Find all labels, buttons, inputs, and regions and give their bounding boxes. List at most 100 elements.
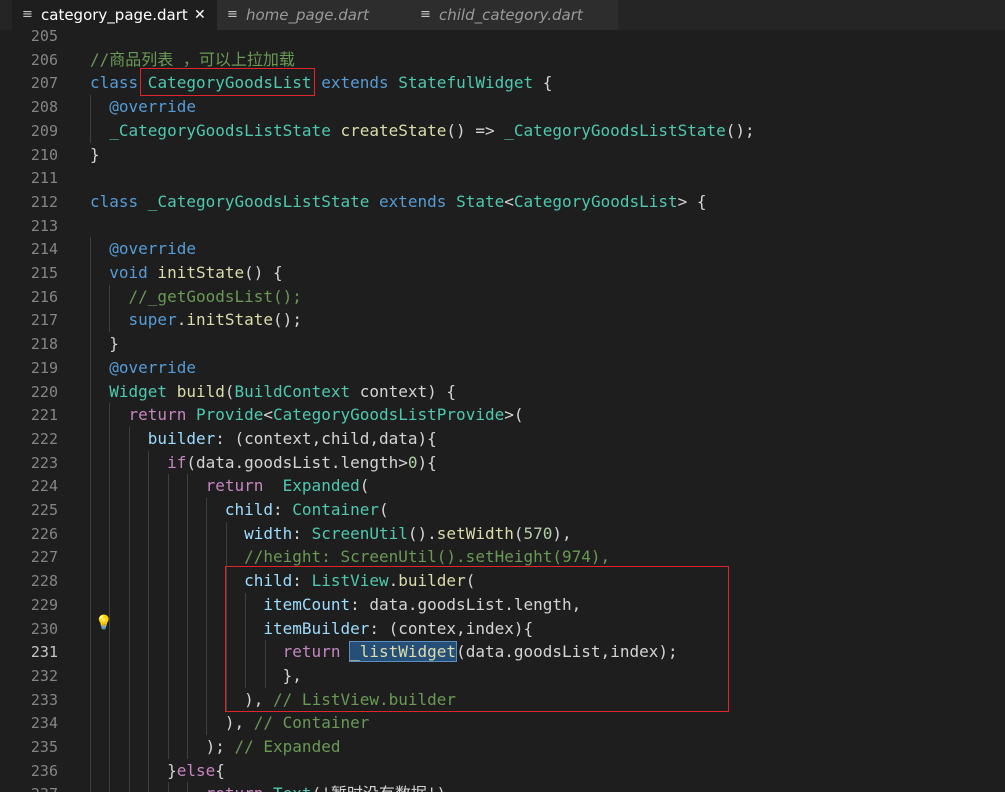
code-token: class — [90, 73, 139, 93]
code-line[interactable]: 224 return Expanded( — [0, 474, 1005, 499]
code-token: _CategoryGoodsListState — [504, 120, 726, 140]
tab-home-page[interactable]: ≡ home_page.dart — [217, 0, 410, 30]
code-token: void — [109, 263, 148, 282]
code-text: super.initState(); — [90, 308, 302, 332]
code-text: } — [90, 332, 119, 356]
code-text: @override — [90, 237, 196, 261]
line-number: 228 — [30, 572, 58, 591]
line-number: 229 — [30, 595, 58, 614]
code-line[interactable]: 210} — [0, 143, 1005, 167]
tab-label: category_page.dart — [41, 6, 188, 24]
editor-tab-bar: ≡ category_page.dart ✕ ≡ home_page.dart … — [0, 0, 1005, 30]
code-text: @override — [90, 356, 196, 380]
line-number: 213 — [30, 216, 58, 235]
line-number: 223 — [30, 453, 58, 472]
code-token: { — [215, 760, 225, 780]
code-token: context) { — [350, 381, 457, 401]
code-line[interactable]: 226 width: ScreenUtil().setWidth(570), — [0, 521, 1005, 546]
code-token: return — [128, 405, 187, 425]
line-number: 233 — [30, 690, 58, 709]
code-token: initState — [186, 310, 274, 330]
code-token: //_getGoodsList(); — [90, 286, 302, 306]
line-number: 227 — [30, 548, 58, 567]
code-line[interactable]: 219 @override — [0, 355, 1005, 380]
code-line[interactable]: 205 — [0, 30, 1005, 48]
code-token: class — [90, 191, 139, 211]
code-line[interactable]: 208 @override — [0, 95, 1005, 120]
code-text: @override — [90, 95, 196, 119]
code-line[interactable]: 223 if(data.goodsList.length>0){ — [0, 450, 1005, 475]
code-token: } — [90, 144, 100, 164]
code-line[interactable]: 236 }else{ — [0, 758, 1005, 783]
code-line[interactable]: 225 child: Container( — [0, 498, 1005, 522]
code-token: State — [446, 191, 505, 211]
code-token: super — [128, 310, 177, 330]
code-token: ( — [513, 523, 524, 543]
code-token: extends — [321, 73, 389, 93]
code-token: // Expanded — [234, 737, 341, 756]
lines-file-icon: ≡ — [22, 7, 33, 22]
line-number: 224 — [30, 477, 58, 496]
code-line[interactable]: 221 return Provide<CategoryGoodsListProv… — [0, 403, 1005, 428]
code-token: : (context,child,data){ — [215, 428, 437, 448]
code-token: ( — [224, 381, 235, 401]
code-line[interactable]: 235 ); // Expanded — [0, 735, 1005, 759]
line-number: 212 — [30, 192, 58, 211]
code-token: Text — [263, 784, 312, 792]
code-text: builder: (context,child,data){ — [90, 427, 437, 451]
code-token: width — [90, 523, 293, 543]
line-number: 231 — [30, 643, 58, 662]
code-editor[interactable]: 205 206 //商品列表 ，可以上拉加载 207 class CategoryGoo… — [0, 30, 1005, 792]
code-token: setWidth — [436, 523, 514, 543]
lightbulb-icon[interactable]: 💡 — [95, 614, 112, 632]
close-icon[interactable]: ✕ — [194, 0, 206, 30]
code-line[interactable]: 220 Widget build(BuildContext context) { — [0, 379, 1005, 404]
code-text: return Text('暂时没有数据') — [90, 782, 447, 792]
code-token: if — [167, 452, 187, 472]
code-token: ScreenUtil — [311, 523, 408, 543]
listview-builder-box — [225, 566, 729, 712]
code-line[interactable]: 212 class _CategoryGoodsListState extends… — [0, 190, 1005, 214]
code-token: Container — [292, 500, 379, 519]
tab-category-page[interactable]: ≡ category_page.dart ✕ — [12, 0, 217, 30]
line-number: 235 — [30, 738, 58, 756]
code-text: Widget build(BuildContext context) { — [90, 380, 456, 404]
code-token: } — [90, 334, 119, 354]
code-token: @override — [90, 357, 196, 377]
line-number: 225 — [30, 501, 58, 519]
code-line[interactable]: 213 — [0, 214, 1005, 238]
code-text: _CategoryGoodsListState createState() =>… — [90, 119, 754, 143]
code-token: ), — [90, 713, 254, 733]
code-line[interactable]: 214 @override — [0, 237, 1005, 262]
code-token: extends — [379, 191, 447, 211]
line-number: 206 — [30, 50, 58, 69]
code-token: ); — [90, 737, 235, 756]
code-text: ), // Container — [90, 711, 370, 735]
line-number: 230 — [30, 619, 58, 638]
code-line[interactable]: 215 void initState() { — [0, 261, 1005, 285]
line-number: 216 — [30, 287, 58, 306]
line-number: 208 — [30, 98, 58, 117]
tab-child-category[interactable]: ≡ child_category.dart — [410, 0, 618, 30]
code-line[interactable]: 216 //_getGoodsList(); — [0, 284, 1005, 309]
code-token: > { — [677, 191, 707, 211]
code-line[interactable]: 237 return Text('暂时没有数据') — [0, 782, 1005, 792]
lines-file-icon: ≡ — [420, 7, 431, 22]
code-line[interactable]: 209 _CategoryGoodsListState createState(… — [0, 118, 1005, 143]
code-line[interactable]: 217 super.initState(); — [0, 308, 1005, 333]
line-number: 211 — [30, 169, 58, 188]
code-token: < — [504, 191, 514, 211]
code-text: class _CategoryGoodsListState extends St… — [90, 190, 707, 214]
code-token: () { — [244, 263, 283, 282]
line-number: 219 — [30, 358, 58, 377]
code-line[interactable]: 234 ), // Container — [0, 711, 1005, 736]
code-line[interactable]: 218 } — [0, 332, 1005, 357]
code-token: (). — [407, 523, 437, 543]
line-number: 217 — [30, 311, 58, 330]
code-token: // Container — [253, 713, 370, 733]
code-token: ('暂时没有数据') — [312, 784, 447, 792]
code-line[interactable]: 211 — [0, 166, 1005, 190]
code-line[interactable]: 222 builder: (context,child,data){ — [0, 426, 1005, 451]
